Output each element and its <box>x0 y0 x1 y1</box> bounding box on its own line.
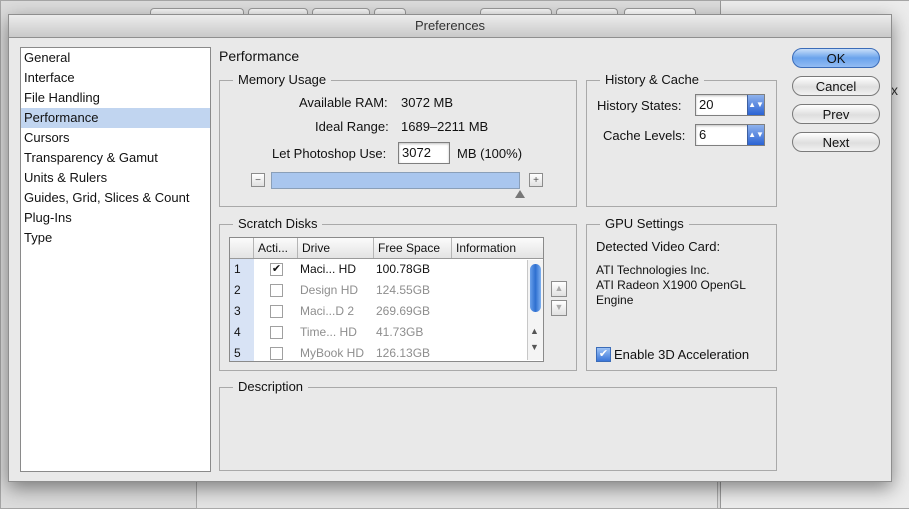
memory-usage-legend: Memory Usage <box>233 72 332 88</box>
preferences-dialog: Preferences General Interface File Handlin… <box>8 14 892 482</box>
detected-video-card-label: Detected Video Card: <box>596 239 721 254</box>
sidebar-item[interactable]: Performance <box>21 108 210 128</box>
table-row[interactable]: 2 Design HD 124.55GB <box>230 280 530 301</box>
check-icon: ✔ <box>271 263 282 275</box>
video-card-line-3: Engine <box>596 293 634 307</box>
available-ram-value: 3072 MB <box>401 95 454 110</box>
column-header-information[interactable]: Information <box>452 238 543 258</box>
row-number: 5 <box>230 343 254 361</box>
cache-levels-value: 6 <box>699 127 707 142</box>
active-checkbox[interactable] <box>270 305 283 318</box>
sidebar-item[interactable]: Plug-Ins <box>21 208 210 228</box>
table-row[interactable]: 4 Time... HD 41.73GB <box>230 322 530 343</box>
scratch-disks-table[interactable]: Acti... Drive Free Space Information 1 ✔ M… <box>229 237 544 362</box>
panel-title: Performance <box>219 48 300 64</box>
memory-amount-input[interactable]: 3072 <box>398 142 450 164</box>
cancel-button[interactable]: Cancel <box>792 76 880 96</box>
drive-name: Maci... HD <box>300 262 357 276</box>
sidebar-item[interactable]: Interface <box>21 68 210 88</box>
column-header-number <box>230 238 254 258</box>
sidebar-item[interactable]: Units & Rulers <box>21 168 210 188</box>
free-space: 100.78GB <box>376 262 431 276</box>
video-card-line-2: ATI Radeon X1900 OpenGL <box>596 278 746 292</box>
free-space: 41.73GB <box>376 325 424 339</box>
dialog-title: Preferences <box>9 15 891 38</box>
memory-slider[interactable] <box>271 172 520 189</box>
gpu-settings-legend: GPU Settings <box>600 216 689 232</box>
active-checkbox[interactable] <box>270 347 283 360</box>
sidebar-item[interactable]: Type <box>21 228 210 248</box>
prev-button[interactable]: Prev <box>792 104 880 124</box>
drive-name: MyBook HD <box>300 346 365 360</box>
column-header-drive[interactable]: Drive <box>298 238 374 258</box>
memory-slider-thumb[interactable] <box>515 190 525 198</box>
let-photoshop-use-label: Let Photoshop Use: <box>272 146 387 161</box>
table-scrollbar[interactable]: ▲ ▼ <box>527 260 543 360</box>
history-cache-legend: History & Cache <box>600 72 704 88</box>
sidebar-item[interactable]: File Handling <box>21 88 210 108</box>
check-icon: ✔ <box>598 348 609 360</box>
preferences-category-list[interactable]: General Interface File Handling Performance… <box>20 47 211 472</box>
ok-button[interactable]: OK <box>792 48 880 68</box>
scratch-disks-legend: Scratch Disks <box>233 216 323 232</box>
history-states-combo[interactable]: 20 ▲▼ <box>695 94 765 116</box>
chevron-down-icon[interactable]: ▲▼ <box>747 125 764 145</box>
table-row[interactable]: 5 MyBook HD 126.13GB <box>230 343 530 361</box>
description-group: Description <box>219 379 777 471</box>
scroll-up-arrow-icon[interactable]: ▲ <box>530 326 539 336</box>
table-header: Acti... Drive Free Space Information <box>230 238 543 259</box>
next-button[interactable]: Next <box>792 132 880 152</box>
scrollbar-thumb[interactable] <box>530 264 541 312</box>
sidebar-item[interactable]: General <box>21 48 210 68</box>
background-close-icon: x <box>891 82 898 98</box>
sidebar-item[interactable]: Cursors <box>21 128 210 148</box>
background-panel <box>196 480 718 509</box>
sidebar-item[interactable]: Guides, Grid, Slices & Count <box>21 188 210 208</box>
scroll-down-arrow-icon[interactable]: ▼ <box>530 342 539 352</box>
cache-levels-label: Cache Levels: <box>603 128 686 143</box>
history-states-value: 20 <box>699 97 714 112</box>
description-legend: Description <box>233 379 309 395</box>
free-space: 124.55GB <box>376 283 431 297</box>
drive-name: Maci...D 2 <box>300 304 355 318</box>
ideal-range-value: 1689–2211 MB <box>401 119 489 134</box>
column-header-free-space[interactable]: Free Space <box>374 238 452 258</box>
drive-name: Time... HD <box>300 325 357 339</box>
memory-percent-label: MB (100%) <box>457 146 523 161</box>
free-space: 126.13GB <box>376 346 431 360</box>
row-number: 1 <box>230 259 254 280</box>
row-number: 2 <box>230 280 254 301</box>
ideal-range-label: Ideal Range: <box>315 119 389 134</box>
column-header-active[interactable]: Acti... <box>254 238 298 258</box>
sidebar-item[interactable]: Transparency & Gamut <box>21 148 210 168</box>
chevron-down-icon[interactable]: ▲▼ <box>747 95 764 115</box>
video-card-line-1: ATI Technologies Inc. <box>596 263 710 277</box>
row-number: 3 <box>230 301 254 322</box>
table-row[interactable]: 3 Maci...D 2 269.69GB <box>230 301 530 322</box>
table-row[interactable]: 1 ✔ Maci... HD 100.78GB <box>230 259 530 280</box>
enable-3d-checkbox[interactable]: ✔ <box>596 347 611 362</box>
move-disk-down-button[interactable]: ▼ <box>551 300 567 316</box>
decrease-memory-button[interactable]: − <box>251 173 265 187</box>
active-checkbox[interactable] <box>270 284 283 297</box>
enable-3d-label[interactable]: Enable 3D Acceleration <box>614 347 749 362</box>
row-number: 4 <box>230 322 254 343</box>
active-checkbox[interactable]: ✔ <box>270 263 283 276</box>
cache-levels-combo[interactable]: 6 ▲▼ <box>695 124 765 146</box>
drive-name: Design HD <box>300 283 359 297</box>
history-states-label: History States: <box>597 98 682 113</box>
active-checkbox[interactable] <box>270 326 283 339</box>
move-disk-up-button[interactable]: ▲ <box>551 281 567 297</box>
free-space: 269.69GB <box>376 304 431 318</box>
increase-memory-button[interactable]: + <box>529 173 543 187</box>
available-ram-label: Available RAM: <box>299 95 388 110</box>
